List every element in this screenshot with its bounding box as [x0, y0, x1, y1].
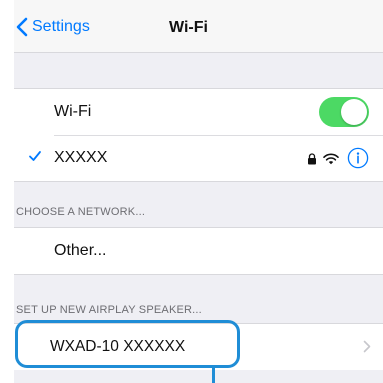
back-button[interactable]: Settings: [16, 17, 90, 37]
info-icon[interactable]: [347, 147, 369, 174]
page-title: Wi-Fi: [169, 19, 208, 36]
toggle-knob: [341, 99, 367, 125]
connected-network-name: XXXXX: [54, 149, 108, 166]
other-network-row[interactable]: Other...: [14, 228, 383, 274]
other-network-label: Other...: [54, 242, 107, 259]
back-button-label: Settings: [32, 18, 90, 35]
choose-network-group: Other...: [14, 227, 383, 275]
wifi-toggle-row: Wi-Fi: [14, 89, 383, 135]
lock-icon: [307, 152, 317, 170]
connected-network-row[interactable]: XXXXX: [14, 135, 383, 181]
wifi-group: Wi-Fi XXXXX: [14, 88, 383, 182]
wifi-label: Wi-Fi: [54, 103, 92, 120]
navigation-bar: Settings Wi-Fi: [14, 0, 383, 53]
speaker-highlight-callout: [15, 320, 240, 368]
choose-network-header: CHOOSE A NETWORK...: [16, 206, 146, 218]
settings-screenshot: Settings Wi-Fi Wi-Fi XXXXX CHOOSE A NETW…: [0, 0, 383, 383]
network-status-icons: [307, 147, 369, 174]
airplay-setup-header: SET UP NEW AIRPLAY SPEAKER...: [16, 304, 202, 316]
callout-leader-line: [212, 368, 215, 383]
wifi-toggle[interactable]: [319, 97, 369, 127]
checkmark-icon: [28, 149, 42, 168]
chevron-left-icon: [16, 17, 32, 37]
wifi-signal-icon: [323, 152, 339, 170]
chevron-right-icon: [363, 340, 371, 358]
